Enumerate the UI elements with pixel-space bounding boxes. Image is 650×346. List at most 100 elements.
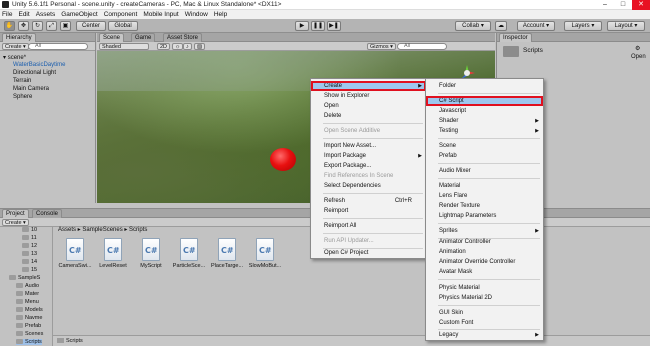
play-button[interactable]: ▶ [295,21,309,31]
submenu-item-csharp-script[interactable]: C# Script [426,96,543,106]
asset-myscript[interactable]: C# MyScript [134,238,168,269]
submenu-item-sprites[interactable]: Sprites ▶ [426,226,543,236]
layers-dropdown[interactable]: Layers ▾ [564,21,602,31]
tab-asset-store[interactable]: Asset Store [163,33,203,42]
hand-tool-button[interactable]: ✋ [4,21,15,31]
submenu-item-lens-flare[interactable]: Lens Flare [426,191,543,201]
audio-toggle-icon[interactable]: ♪ [183,43,192,50]
tree-item[interactable]: Audio [16,283,39,289]
menu-item-export-package[interactable]: Export Package... [311,161,426,171]
submenu-item-physic-material[interactable]: Physic Material [426,283,543,293]
menu-item-reimport-all[interactable]: Reimport All [311,221,426,231]
tree-item[interactable]: 10 [22,227,37,233]
tab-game[interactable]: Game [131,33,156,42]
close-button[interactable]: ✕ [632,0,650,10]
asset-particlescene[interactable]: C# ParticleSce... [172,238,206,269]
tree-item[interactable]: Menu [16,299,39,305]
tree-item[interactable]: 15 [22,267,37,273]
menu-item-import-new-asset[interactable]: Import New Asset... [311,141,426,151]
hierarchy-item-sphere[interactable]: Sphere [13,94,32,100]
submenu-item-custom-font[interactable]: Custom Font [426,318,543,328]
step-button[interactable]: ▶❚ [327,21,341,31]
tree-item[interactable]: Models [16,307,43,313]
hierarchy-item-terrain[interactable]: Terrain [13,78,31,84]
move-tool-button[interactable]: ✥ [18,21,29,31]
pivot-toggle[interactable]: Center [76,21,106,31]
menu-item-open[interactable]: Open [311,101,426,111]
scene-search-input[interactable]: All [397,43,447,50]
menu-edit[interactable]: Edit [18,11,29,18]
account-dropdown[interactable]: Account ▾ [517,21,555,31]
submenu-item-gui-skin[interactable]: GUI Skin [426,308,543,318]
menu-item-refresh[interactable]: Refresh Ctrl+R [311,196,426,206]
tab-console[interactable]: Console [32,209,63,218]
scene-root[interactable]: ▾ scene* [3,54,26,61]
asset-levelreset[interactable]: C# LevelReset [96,238,130,269]
hierarchy-item-main-camera[interactable]: Main Camera [13,86,49,92]
gizmos-dropdown[interactable]: Gizmos ▾ [367,43,396,50]
hierarchy-create-button[interactable]: Create ▾ [2,43,29,50]
menu-item-open-csharp-project[interactable]: Open C# Project [311,248,426,258]
submenu-item-material[interactable]: Material [426,181,543,191]
menu-item-show-in-explorer[interactable]: Show in Explorer [311,91,426,101]
menu-mobile-input[interactable]: Mobile Input [143,11,178,18]
hierarchy-search-input[interactable]: All [28,43,88,50]
menu-item-import-package[interactable]: Import Package ▶ [311,151,426,161]
submenu-item-prefab[interactable]: Prefab [426,151,543,161]
submenu-item-legacy[interactable]: Legacy ▶ [426,330,543,340]
rect-tool-button[interactable]: ▣ [60,21,71,31]
tree-item[interactable]: Scenes [16,331,43,337]
submenu-item-folder[interactable]: Folder [426,81,543,91]
tab-scene[interactable]: Scene [99,33,125,42]
pause-button[interactable]: ❚❚ [311,21,325,31]
menu-item-select-dependencies[interactable]: Select Dependencies [311,181,426,191]
shading-mode-dropdown[interactable]: Shaded [99,43,149,50]
menu-help[interactable]: Help [214,11,227,18]
submenu-item-render-texture[interactable]: Render Texture [426,201,543,211]
tree-item[interactable]: 12 [22,243,37,249]
submenu-item-javascript[interactable]: Javascript [426,106,543,116]
collab-button[interactable]: Collab ▾ [455,21,491,31]
menu-gameobject[interactable]: GameObject [61,11,98,18]
effects-toggle-icon[interactable]: ▨ [194,43,206,50]
menu-component[interactable]: Component [104,11,138,18]
submenu-item-physics-material-2d[interactable]: Physics Material 2D [426,293,543,303]
sphere-object[interactable] [270,148,296,171]
tree-item[interactable]: 13 [22,251,37,257]
submenu-item-audio-mixer[interactable]: Audio Mixer [426,166,543,176]
layout-dropdown[interactable]: Layout ▾ [607,21,645,31]
tree-item[interactable]: Navme [16,315,42,321]
rotate-tool-button[interactable]: ↻ [32,21,43,31]
submenu-item-animator-controller[interactable]: Animator Controller [426,237,543,247]
menu-item-delete[interactable]: Delete [311,111,426,121]
tab-hierarchy[interactable]: Hierarchy [2,33,36,42]
tab-project[interactable]: Project [2,209,29,218]
inspector-settings-icon[interactable]: ⚙ [635,45,640,52]
submenu-item-animation[interactable]: Animation [426,247,543,257]
submenu-item-scene[interactable]: Scene [426,141,543,151]
submenu-item-avatar-mask[interactable]: Avatar Mask [426,267,543,277]
tree-item[interactable]: Prefab [16,323,41,329]
menu-assets[interactable]: Assets [36,11,56,18]
cloud-icon[interactable]: ☁ [495,21,507,31]
submenu-item-animator-override-controller[interactable]: Animator Override Controller [426,257,543,267]
minimize-button[interactable]: – [596,0,614,10]
hierarchy-item-directional-light[interactable]: Directional Light [13,70,56,76]
tree-item-samplescenes[interactable]: SampleS [9,275,40,281]
project-create-button[interactable]: Create ▾ [2,219,29,226]
tree-item-scripts[interactable]: Scripts [16,339,42,345]
tab-inspector[interactable]: Inspector [499,33,532,42]
tree-item[interactable]: 14 [22,259,37,265]
hierarchy-item-waterbasicdaytime[interactable]: WaterBasicDaytime [13,62,65,68]
space-toggle[interactable]: Global [108,21,138,31]
asset-slowmobutton[interactable]: C# SlowMoBut... [248,238,282,269]
2d-toggle[interactable]: 2D [157,43,171,50]
menu-file[interactable]: File [2,11,12,18]
asset-cameraswitch[interactable]: C# CameraSwi... [58,238,92,269]
tree-item[interactable]: Mater [16,291,39,297]
tree-item[interactable]: 11 [22,235,37,241]
submenu-item-shader[interactable]: Shader ▶ [426,116,543,126]
submenu-item-testing[interactable]: Testing ▶ [426,126,543,136]
scale-tool-button[interactable]: ⤢ [46,21,57,31]
menu-window[interactable]: Window [185,11,208,18]
